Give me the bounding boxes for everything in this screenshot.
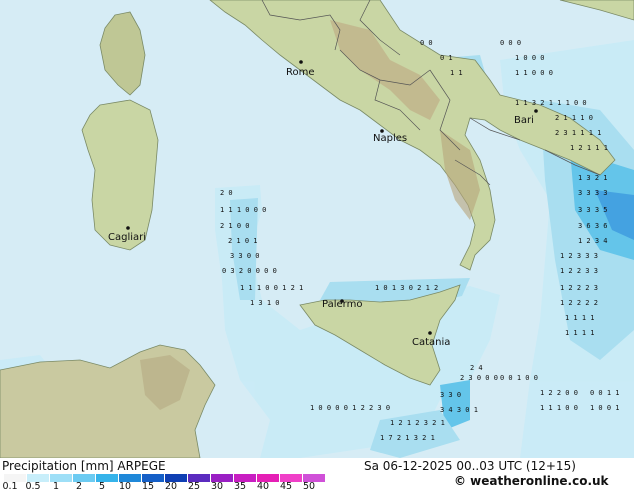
svg-text:1 7 2 1 3 2 1: 1 7 2 1 3 2 1 (380, 434, 435, 442)
scale-label: 5 (98, 481, 106, 492)
svg-text:2 1 1 1 0: 2 1 1 1 0 (555, 114, 593, 122)
svg-text:1 2 1 1 1: 1 2 1 1 1 (570, 144, 608, 152)
city-label-palermo: Palermo (322, 299, 362, 310)
svg-text:3 4 3 0 1: 3 4 3 0 1 (440, 406, 478, 414)
scale-label: 45 (279, 481, 293, 492)
svg-text:2 1 0 1: 2 1 0 1 (228, 237, 258, 245)
svg-text:2 3 0 0 0: 2 3 0 0 0 (460, 374, 498, 382)
svg-text:1 2 2 0 0: 1 2 2 0 0 (540, 389, 578, 397)
svg-text:1 2 3 4: 1 2 3 4 (578, 237, 608, 245)
legend-title: Precipitation [mm] ARPEGE (2, 459, 166, 473)
scale-label: 35 (233, 481, 247, 492)
svg-text:3 3 0 0: 3 3 0 0 (230, 252, 260, 260)
svg-text:1 3 1 0: 1 3 1 0 (250, 299, 280, 307)
svg-text:0 0 1 0 0: 0 0 1 0 0 (500, 374, 538, 382)
city-label-bari: Bari (514, 115, 534, 126)
svg-text:3 3 3 3: 3 3 3 3 (578, 189, 608, 197)
scale-label: 25 (187, 481, 201, 492)
svg-text:1 0 0 1: 1 0 0 1 (590, 404, 620, 412)
svg-text:2 4: 2 4 (470, 364, 483, 372)
scale-label: 2 (75, 481, 83, 492)
svg-text:0 0: 0 0 (420, 39, 433, 47)
svg-text:1 1 1 0 0 0: 1 1 1 0 0 0 (220, 206, 266, 214)
city-label-naples: Naples (373, 133, 407, 144)
city-label-rome: Rome (286, 67, 315, 78)
svg-text:1 1 1 1: 1 1 1 1 (565, 314, 595, 322)
copyright-text: © weatheronline.co.uk (454, 474, 609, 488)
scale-label: 0.5 (25, 481, 41, 492)
svg-text:2 3 1 1 1 1: 2 3 1 1 1 1 (555, 129, 601, 137)
forecast-datetime: Sa 06-12-2025 00..03 UTC (12+15) (364, 459, 576, 473)
svg-text:1 0 1 3 0 2 1 2: 1 0 1 3 0 2 1 2 (375, 284, 438, 292)
precipitation-map[interactable]: 0 0 0 1 1 1 0 0 0 1 0 0 0 1 1 0 0 0 1 1 … (0, 0, 634, 458)
svg-text:1 2 2 3 3: 1 2 2 3 3 (560, 267, 598, 275)
svg-text:1 2 2 2 2: 1 2 2 2 2 (560, 299, 598, 307)
svg-text:0 1: 0 1 (440, 54, 453, 62)
svg-text:3 3 0: 3 3 0 (440, 391, 461, 399)
svg-text:0 0 1 1: 0 0 1 1 (590, 389, 620, 397)
svg-text:1 0 0 0 0 1 2 2 3 0: 1 0 0 0 0 1 2 2 3 0 (310, 404, 390, 412)
svg-text:1 1 3 2 1 1 1 0 0: 1 1 3 2 1 1 1 0 0 (515, 99, 587, 107)
svg-text:2 0: 2 0 (220, 189, 233, 197)
svg-text:1 1 1 0 0: 1 1 1 0 0 (540, 404, 578, 412)
svg-text:1 3 2 1: 1 3 2 1 (578, 174, 608, 182)
city-label-catania: Catania (412, 337, 450, 348)
svg-text:0 0 0: 0 0 0 (500, 39, 521, 47)
svg-text:3 3 3 5: 3 3 3 5 (578, 206, 608, 214)
svg-text:1 2 2 2 3: 1 2 2 2 3 (560, 284, 598, 292)
svg-text:1 1 0 0 0: 1 1 0 0 0 (515, 69, 553, 77)
scale-label: 30 (210, 481, 224, 492)
svg-text:1 2 1 2 3 2 1: 1 2 1 2 3 2 1 (390, 419, 445, 427)
svg-text:0 3 2 0 0 0 0: 0 3 2 0 0 0 0 (222, 267, 277, 275)
svg-text:1 1 1 0 0 1 2 1: 1 1 1 0 0 1 2 1 (240, 284, 303, 292)
scale-label: 50 (302, 481, 316, 492)
scale-label: 0.1 (2, 481, 18, 492)
scale-label: 15 (141, 481, 155, 492)
svg-text:2 1 0 0: 2 1 0 0 (220, 222, 250, 230)
scale-label: 20 (164, 481, 178, 492)
svg-text:3 6 3 6: 3 6 3 6 (578, 222, 608, 230)
svg-text:1 2 3 3 3: 1 2 3 3 3 (560, 252, 598, 260)
svg-text:1 1 1 1: 1 1 1 1 (565, 329, 595, 337)
scale-label: 10 (118, 481, 132, 492)
svg-text:1 0 0 0: 1 0 0 0 (515, 54, 545, 62)
svg-text:1 1: 1 1 (450, 69, 463, 77)
city-palermo: Palermo (322, 299, 362, 310)
scale-label: 40 (256, 481, 270, 492)
city-label-cagliari: Cagliari (108, 232, 146, 243)
scale-label: 1 (52, 481, 60, 492)
